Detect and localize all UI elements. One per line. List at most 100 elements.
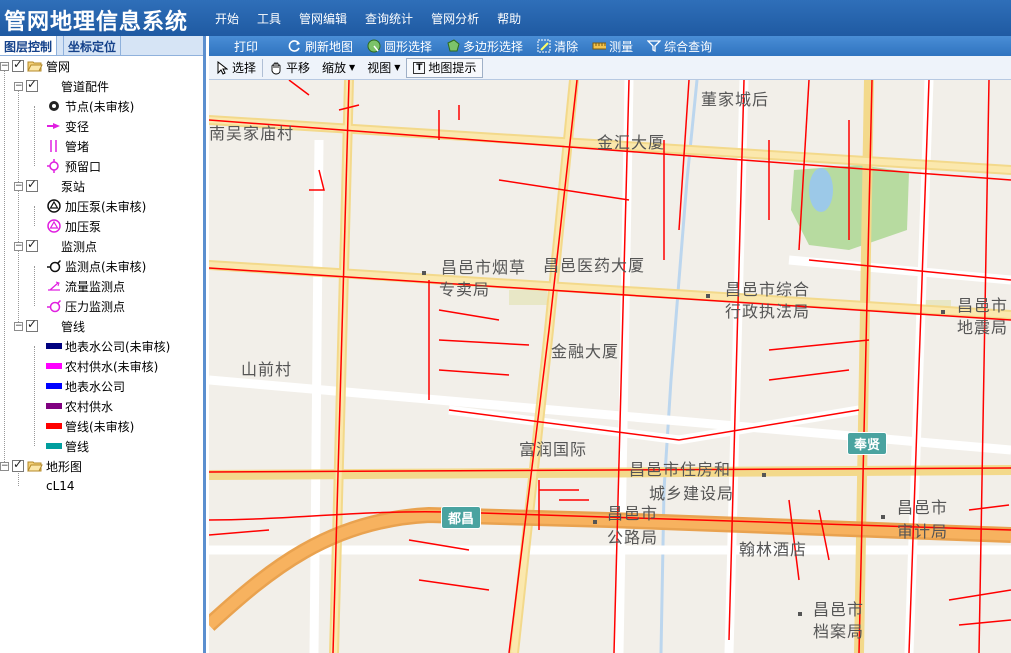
map-label-nanwu: 南吴家庙村 bbox=[209, 124, 295, 143]
circle-select-label: 圆形选择 bbox=[384, 39, 433, 54]
tree-leaf-booster-pump[interactable]: 加压泵 bbox=[46, 216, 101, 236]
tree-node-fittings[interactable]: − 管道配件 bbox=[14, 76, 109, 96]
map-label-highway-2: 公路局 bbox=[607, 528, 659, 547]
map-label-tobacco-1: 昌邑市烟草 bbox=[441, 258, 527, 277]
select-tool-button[interactable]: 选择 bbox=[209, 58, 262, 78]
print-label: 打印 bbox=[234, 39, 259, 54]
map-label-archive-1: 昌邑市 bbox=[813, 600, 865, 619]
tree-leaf-pipe[interactable]: 管线 bbox=[46, 436, 89, 456]
caret-down-icon: ▼ bbox=[394, 63, 401, 72]
pan-tool-button[interactable]: 平移 bbox=[263, 58, 316, 78]
tree-leaf-rural-water-unreviewed[interactable]: 农村供水(未审核) bbox=[46, 356, 158, 376]
refresh-label: 刷新地图 bbox=[305, 39, 354, 54]
measure-label: 测量 bbox=[609, 39, 634, 54]
tree-node-pipelines[interactable]: − 管线 bbox=[14, 316, 85, 336]
menu-help[interactable]: 帮助 bbox=[497, 10, 521, 27]
tree-label: 流量监测点 bbox=[65, 279, 126, 294]
checkbox-checked-icon[interactable] bbox=[26, 77, 38, 92]
view-dropdown[interactable]: 视图 ▼ bbox=[361, 58, 406, 78]
tree-node-monitoring[interactable]: − 监测点 bbox=[14, 236, 97, 256]
circle-select-button[interactable]: 圆形选择 bbox=[367, 38, 432, 55]
tree-label: 管线 bbox=[65, 439, 90, 454]
menu-pipe-edit[interactable]: 管网编辑 bbox=[299, 10, 347, 27]
menu-bar: 开始 工具 管网编辑 查询统计 管网分析 帮助 bbox=[206, 0, 530, 36]
tree-node-terrain[interactable]: − 地形图 bbox=[0, 456, 82, 476]
collapse-icon[interactable]: − bbox=[0, 461, 9, 471]
map-label-housing-2: 城乡建设局 bbox=[649, 484, 735, 503]
comprehensive-query-button[interactable]: 综合查询 bbox=[647, 38, 712, 55]
map-label-jinrong: 金融大厦 bbox=[551, 342, 620, 361]
checkbox-checked-icon[interactable] bbox=[26, 177, 38, 192]
hand-pan-icon bbox=[269, 61, 283, 75]
layer-tree: − 管网 − 管道配件 节点(未审核) 变径 管堵 bbox=[0, 56, 203, 653]
map-tip-toggle[interactable]: T 地图提示 bbox=[406, 57, 484, 78]
polygon-select-button[interactable]: 多边形选择 bbox=[446, 38, 523, 55]
tree-label: 加压泵 bbox=[65, 219, 102, 234]
map-label-hanlin: 翰林酒店 bbox=[739, 540, 808, 559]
sidebar-tabs: 图层控制 坐标定位 bbox=[0, 36, 203, 56]
tree-node-pipe-network[interactable]: − 管网 bbox=[0, 56, 70, 76]
tree-leaf-surface-water-unreviewed[interactable]: 地表水公司(未审核) bbox=[46, 336, 170, 356]
collapse-icon[interactable]: − bbox=[14, 181, 23, 191]
road-shield-dukou: 都昌 bbox=[441, 506, 482, 529]
tree-leaf-pipe-unreviewed[interactable]: 管线(未审核) bbox=[46, 416, 134, 436]
collapse-icon[interactable]: − bbox=[14, 81, 23, 91]
tree-leaf-cl14[interactable]: cL14 bbox=[46, 476, 75, 496]
tree-label: 农村供水 bbox=[65, 399, 114, 414]
menu-start[interactable]: 开始 bbox=[215, 10, 239, 27]
tree-label: 管道配件 bbox=[61, 79, 110, 94]
tree-leaf-reserved-port[interactable]: 预留口 bbox=[46, 156, 101, 176]
map-canvas[interactable]: 董家城后 南吴家庙村 金汇大厦 昌邑市烟草 专卖局 昌邑医药大厦 昌邑市综合 行… bbox=[209, 80, 1011, 653]
folder-open-icon bbox=[27, 461, 43, 472]
checkbox-checked-icon[interactable] bbox=[12, 57, 24, 72]
reducer-symbol-icon bbox=[46, 120, 62, 132]
map-label-highway-1: 昌邑市 bbox=[607, 504, 659, 523]
color-swatch bbox=[46, 360, 62, 372]
checkbox-checked-icon[interactable] bbox=[26, 317, 38, 332]
app-title: 管网地理信息系统 bbox=[4, 10, 189, 35]
tree-label: 加压泵(未审核) bbox=[65, 199, 147, 214]
zoom-label: 缩放 bbox=[322, 61, 347, 75]
print-button[interactable]: 打印 bbox=[234, 38, 258, 55]
app-window: 管网地理信息系统 开始 工具 管网编辑 查询统计 管网分析 帮助 图层控制 坐标… bbox=[0, 0, 1011, 653]
tree-leaf-booster-pump-unreviewed[interactable]: 加压泵(未审核) bbox=[46, 196, 146, 216]
tab-coordinate-locate[interactable]: 坐标定位 bbox=[63, 36, 122, 55]
tree-leaf-flow-monitor[interactable]: 流量监测点 bbox=[46, 276, 125, 296]
pressure-monitor-symbol-icon bbox=[46, 299, 62, 313]
menu-tools[interactable]: 工具 bbox=[257, 10, 281, 27]
checkbox-checked-icon[interactable] bbox=[12, 457, 24, 472]
collapse-icon[interactable]: − bbox=[14, 321, 23, 331]
map-label-shanqian: 山前村 bbox=[241, 360, 293, 379]
tree-leaf-surface-water[interactable]: 地表水公司 bbox=[46, 376, 125, 396]
checkbox-checked-icon[interactable] bbox=[26, 237, 38, 252]
tree-leaf-pressure-monitor[interactable]: 压力监测点 bbox=[46, 296, 125, 316]
collapse-icon[interactable]: − bbox=[0, 61, 9, 71]
tree-label: 变径 bbox=[65, 119, 90, 134]
menu-pipe-analysis[interactable]: 管网分析 bbox=[431, 10, 479, 27]
measure-button[interactable]: 测量 bbox=[592, 38, 633, 55]
tree-leaf-reducer[interactable]: 变径 bbox=[46, 116, 89, 136]
color-swatch bbox=[46, 420, 62, 432]
collapse-icon[interactable]: − bbox=[14, 241, 23, 251]
map-tip-label: 地图提示 bbox=[428, 61, 477, 75]
zoom-dropdown[interactable]: 缩放 ▼ bbox=[316, 58, 361, 78]
tab-layer-control[interactable]: 图层控制 bbox=[0, 36, 58, 55]
map-toolbar: 选择 平移 缩放 ▼ 视图 ▼ T 地图提示 bbox=[209, 56, 1011, 80]
folder-open-icon bbox=[27, 61, 43, 72]
clear-button[interactable]: 清除 bbox=[537, 38, 578, 55]
caret-down-icon: ▼ bbox=[349, 63, 356, 72]
map-label-quake-2: 地震局 bbox=[957, 318, 1009, 337]
booster-pump-symbol-icon bbox=[46, 219, 62, 233]
road-shield-fengxian: 奉贤 bbox=[847, 432, 888, 455]
tree-leaf-plug[interactable]: 管堵 bbox=[46, 136, 89, 156]
map-label-medicine: 昌邑医药大厦 bbox=[543, 256, 646, 275]
tree-label: 泵站 bbox=[61, 179, 86, 194]
tree-node-pump-station[interactable]: − 泵站 bbox=[14, 176, 85, 196]
eraser-icon bbox=[537, 39, 551, 53]
tree-leaf-node-unreviewed[interactable]: 节点(未审核) bbox=[46, 96, 134, 116]
monitor-point-symbol-icon bbox=[46, 259, 62, 273]
refresh-map-button[interactable]: 刷新地图 bbox=[288, 38, 353, 55]
tree-leaf-monitor-unreviewed[interactable]: 监测点(未审核) bbox=[46, 256, 146, 276]
tree-leaf-rural-water[interactable]: 农村供水 bbox=[46, 396, 113, 416]
menu-query-stats[interactable]: 查询统计 bbox=[365, 10, 413, 27]
